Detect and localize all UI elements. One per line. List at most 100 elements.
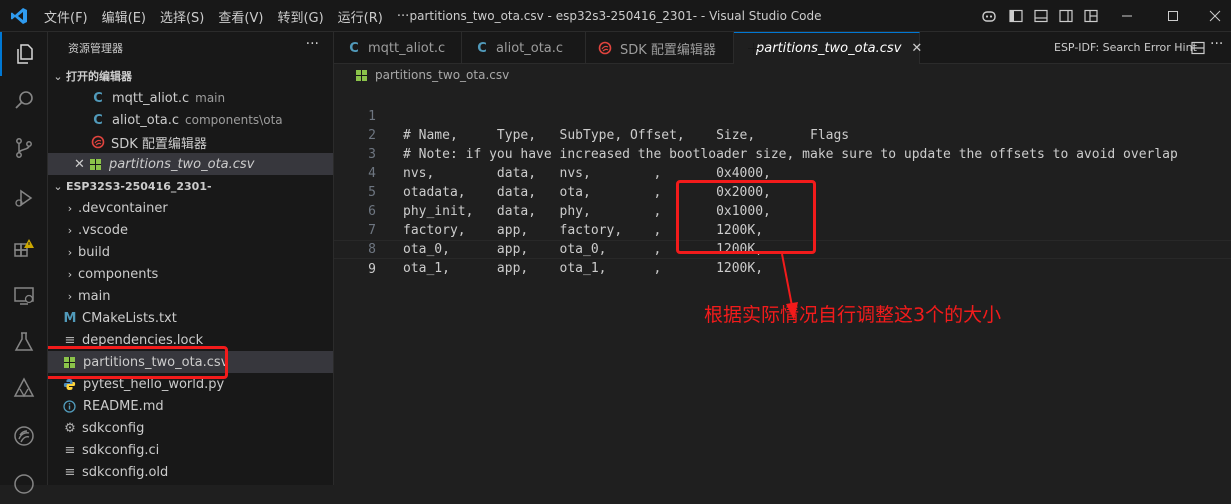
menu-run[interactable]: 运行(R) <box>338 7 383 26</box>
close-tab-icon[interactable]: ✕ <box>911 41 922 56</box>
c-file-icon: C <box>349 40 359 56</box>
tab-partitions-csv[interactable]: partitions_two_ota.csv ✕ <box>734 32 922 64</box>
folder-name: .vscode <box>78 222 128 238</box>
tab-label: partitions_two_ota.csv <box>756 41 902 56</box>
open-editors-section[interactable]: ⌄ 打开的编辑器 <box>48 65 333 87</box>
folder-item[interactable]: › build <box>48 241 333 263</box>
info-icon <box>63 399 76 413</box>
folder-item[interactable]: › .devcontainer <box>48 197 333 219</box>
tab-aliot-ota[interactable]: C aliot_ota.c <box>462 32 586 64</box>
testing-icon[interactable] <box>0 320 48 364</box>
c-file-icon: C <box>477 40 487 56</box>
file-name: CMakeLists.txt <box>82 310 177 326</box>
code-line: 1 # Name, Type, SubType, Offset, Size, F… <box>334 88 1231 143</box>
split-editor-icon[interactable] <box>1190 40 1206 60</box>
folder-item[interactable]: › .vscode <box>48 219 333 241</box>
file-item[interactable]: ⚙ sdkconfig <box>48 417 333 439</box>
menu-selection[interactable]: 选择(S) <box>160 7 204 26</box>
toggle-secondary-sidebar-icon[interactable] <box>1055 0 1077 32</box>
minimize-icon[interactable] <box>1112 0 1142 32</box>
python-file-icon <box>63 378 76 390</box>
sdk-config-icon <box>91 135 105 149</box>
explorer-more-actions-icon[interactable]: ··· <box>306 36 319 52</box>
menu-bar: 文件(F) 编辑(E) 选择(S) 查看(V) 转到(G) 运行(R) ··· <box>44 0 423 32</box>
extensions-icon[interactable] <box>0 225 48 269</box>
tab-label: aliot_ota.c <box>496 40 564 56</box>
toggle-primary-sidebar-icon[interactable] <box>1005 0 1027 32</box>
close-editor-icon[interactable]: ✕ <box>74 157 88 172</box>
menu-file[interactable]: 文件(F) <box>44 7 88 26</box>
line-text: ota_1, app, ota_1, , 1200K, <box>403 261 764 276</box>
folder-item[interactable]: › main <box>48 285 333 307</box>
file-name: README.md <box>83 398 164 414</box>
csv-file-icon <box>356 69 367 81</box>
open-editors-label: 打开的编辑器 <box>66 70 132 83</box>
folder-name: components <box>78 266 159 282</box>
title-bar: 文件(F) 编辑(E) 选择(S) 查看(V) 转到(G) 运行(R) ··· … <box>0 0 1231 32</box>
run-debug-icon[interactable] <box>0 176 48 220</box>
c-file-icon: C <box>93 112 103 128</box>
open-editor-item[interactable]: SDK 配置编辑器 <box>48 131 333 153</box>
menu-go[interactable]: 转到(G) <box>277 7 323 26</box>
file-item[interactable]: M CMakeLists.txt <box>48 307 333 329</box>
folder-name: .devcontainer <box>78 200 168 216</box>
close-window-icon[interactable] <box>1200 0 1230 32</box>
toggle-panel-icon[interactable] <box>1030 0 1052 32</box>
tab-label: SDK 配置编辑器 <box>620 42 716 58</box>
chevron-right-icon: › <box>67 267 73 281</box>
copilot-icon[interactable] <box>978 0 1000 32</box>
annotation-text: 根据实际情况自行调整这3个的大小 <box>704 304 1002 326</box>
sdk-config-icon <box>598 41 612 55</box>
remote-explorer-icon[interactable] <box>0 274 48 318</box>
tab-sdk-config[interactable]: SDK 配置编辑器 <box>586 32 734 64</box>
file-item[interactable]: README.md <box>48 395 333 417</box>
file-name: sdkconfig.ci <box>82 442 160 458</box>
esp-idf-icon[interactable] <box>0 366 48 410</box>
highlight-box-csv-file <box>48 346 228 379</box>
project-folder-section[interactable]: ⌄ ESP32S3-250416_2301- <box>48 175 333 197</box>
open-editor-item-active[interactable]: ✕ partitions_two_ota.csv <box>48 153 333 175</box>
activity-bar <box>0 32 48 494</box>
code-line: 4 otadata, data, ota, , 0x2000, <box>334 145 1231 200</box>
menu-more[interactable]: ··· <box>397 9 409 24</box>
tab-mqtt-aliot[interactable]: C mqtt_aliot.c <box>334 32 462 64</box>
chevron-right-icon: › <box>67 245 73 259</box>
folder-item[interactable]: › components <box>48 263 333 285</box>
source-control-icon[interactable] <box>0 126 48 170</box>
tab-bar: C mqtt_aliot.c C aliot_ota.c SDK 配置编辑器 p… <box>334 32 1231 64</box>
search-icon[interactable] <box>0 78 48 122</box>
esp-idf-search-error-hint[interactable]: ESP-IDF: Search Error Hint <box>1054 32 1197 64</box>
open-editor-item[interactable]: C mqtt_aliot.c main <box>48 87 333 109</box>
project-folder-label: ESP32S3-250416_2301- <box>66 179 212 193</box>
open-editor-name: SDK 配置编辑器 <box>111 136 207 152</box>
cmake-file-icon: M <box>63 310 77 326</box>
espressif-logo-icon[interactable] <box>0 414 48 458</box>
customize-layout-icon[interactable] <box>1080 0 1102 32</box>
file-item[interactable]: ≡ sdkconfig.old <box>48 461 333 483</box>
chevron-right-icon: › <box>67 289 73 303</box>
open-editor-desc: components\ota <box>185 113 283 127</box>
file-name: sdkconfig.old <box>82 464 169 480</box>
folder-name: main <box>78 288 111 304</box>
breadcrumb: partitions_two_ota.csv <box>354 68 509 82</box>
open-editor-name: mqtt_aliot.c <box>112 90 190 106</box>
editor-area: C mqtt_aliot.c C aliot_ota.c SDK 配置编辑器 p… <box>334 32 1231 485</box>
menu-view[interactable]: 查看(V) <box>218 7 263 26</box>
more-actions-icon[interactable]: ··· <box>1210 36 1223 52</box>
line-number: 9 <box>368 262 376 277</box>
file-item[interactable]: ≡ sdkconfig.ci <box>48 439 333 461</box>
extension-view-icon[interactable] <box>0 460 48 504</box>
maximize-icon[interactable] <box>1158 0 1188 32</box>
explorer-title: 资源管理器 <box>68 42 123 55</box>
open-editor-name: aliot_ota.c <box>112 112 180 128</box>
highlight-box-sizes <box>676 180 816 254</box>
chevron-right-icon: › <box>67 223 73 237</box>
menu-edit[interactable]: 编辑(E) <box>102 7 146 26</box>
code-line: 3 nvs, data, nvs, , 0x4000, <box>334 126 1231 181</box>
code-line: 2 # Note: if you have increased the boot… <box>334 107 1231 162</box>
text-file-icon: ≡ <box>64 464 76 480</box>
open-editor-item[interactable]: C aliot_ota.c components\ota <box>48 109 333 131</box>
breadcrumb-file[interactable]: partitions_two_ota.csv <box>375 68 509 82</box>
explorer-icon[interactable] <box>0 32 48 76</box>
chevron-right-icon: › <box>67 201 73 215</box>
